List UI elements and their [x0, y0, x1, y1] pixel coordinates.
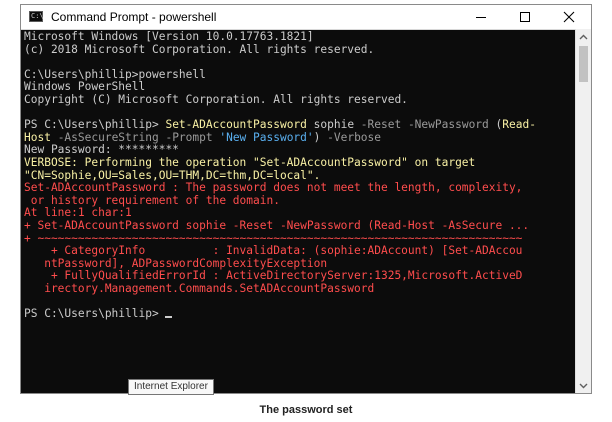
console-line: (c) 2018 Microsoft Corporation. All righ…: [24, 42, 575, 57]
console-text-segment: irectory.Management.Commands.SetADAccoun…: [24, 281, 375, 295]
minimize-icon: [476, 17, 486, 18]
console-text-segment: + CategoryInfo : InvalidData: (sophie:AD…: [24, 244, 523, 258]
tooltip: Internet Explorer: [128, 379, 214, 395]
console-text-segment: -Verbose: [327, 130, 382, 144]
image-caption: The password set: [259, 404, 353, 416]
console-text-segment: Set-ADAccountPassword : The password doe…: [24, 181, 523, 195]
console-text-segment: ): [313, 130, 328, 144]
console-text-segment: Host: [24, 130, 51, 144]
console-text-segment: + Set-ADAccountPassword sophie -Reset -N…: [24, 218, 530, 232]
console-text-segment: Copyright (C) Microsoft Corporation. All…: [24, 92, 408, 106]
console-line: PS C:\Users\phillip>: [24, 307, 575, 321]
maximize-button[interactable]: [503, 5, 547, 29]
console-text-segment: -Reset -NewPassword: [360, 118, 489, 132]
console-text-segment: -AsSecureString -Prompt: [50, 130, 220, 144]
console-text-segment: C:\Users\phillip>powershell: [24, 67, 206, 81]
title-bar[interactable]: C:\ Command Prompt - powershell: [21, 5, 591, 30]
console-text-segment: 'New Password': [219, 130, 314, 144]
console-output[interactable]: Microsoft Windows [Version 10.0.17763.18…: [21, 29, 575, 393]
vertical-scrollbar[interactable]: [575, 29, 591, 393]
console-text-segment: Set-ADAccountPassword: [165, 118, 307, 132]
console-text-segment: "CN=Sophie,OU=Sales,OU=THM,DC=thm,DC=loc…: [24, 168, 321, 182]
console-text-segment: (: [488, 118, 503, 132]
console-text-segment: Windows PowerShell: [24, 80, 146, 94]
scroll-down-button[interactable]: [576, 378, 591, 393]
console-text-segment: Microsoft Windows [Version 10.0.17763.18…: [24, 30, 314, 43]
minimize-button[interactable]: [459, 5, 503, 29]
text-cursor: [165, 316, 173, 319]
close-icon: [563, 11, 575, 23]
command-prompt-window: C:\ Command Prompt - powershell Microsof…: [20, 4, 592, 394]
maximize-icon: [520, 12, 530, 22]
console-text-segment: PS C:\Users\phillip>: [24, 307, 166, 321]
console-text-segment: + FullyQualifiedErrorId : ActiveDirector…: [24, 269, 523, 283]
cmd-app-icon[interactable]: C:\: [29, 11, 44, 22]
console-text-segment: New Password: *********: [24, 143, 179, 157]
console-text-segment: or history requirement of the domain.: [24, 193, 280, 207]
scroll-down-arrow-icon: [579, 383, 588, 388]
console-text-segment: PS C:\Users\phillip>: [24, 118, 166, 132]
window-title: Command Prompt - powershell: [51, 10, 217, 24]
console-line: Copyright (C) Microsoft Corporation. All…: [24, 92, 575, 107]
scroll-up-button[interactable]: [576, 29, 591, 44]
console-text-segment: sophie: [306, 118, 361, 132]
console-text-segment: VERBOSE: Performing the operation "Set-A…: [24, 155, 476, 169]
scroll-thumb[interactable]: [579, 46, 588, 82]
console-text-segment: Read-: [502, 118, 536, 132]
console-text-segment: + ~~~~~~~~~~~~~~~~~~~~~~~~~~~~~~~~~~~~~~…: [24, 231, 523, 245]
console-text-segment: ntPassword], ADPasswordComplexityExcepti…: [24, 256, 328, 270]
console-text-segment: (c) 2018 Microsoft Corporation. All righ…: [24, 42, 375, 56]
scroll-up-arrow-icon: [579, 34, 588, 39]
console-line: irectory.Management.Commands.SetADAccoun…: [24, 281, 575, 296]
close-button[interactable]: [547, 5, 591, 29]
console-text-segment: At line:1 char:1: [24, 206, 132, 220]
